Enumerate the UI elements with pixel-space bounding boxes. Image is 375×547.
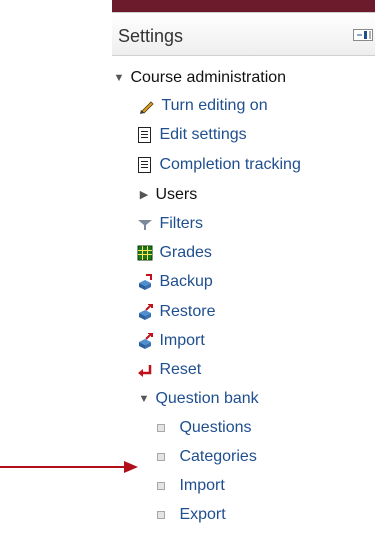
tree-item-backup[interactable]: Backup [137, 268, 213, 296]
bullet-icon [157, 453, 165, 461]
tree-label: Users [155, 186, 198, 203]
caret-right-icon: ▶ [139, 189, 149, 201]
backup-icon [139, 274, 152, 290]
tree-label: Grades [159, 244, 212, 261]
tree-item-restore[interactable]: Restore [137, 298, 215, 326]
settings-block: Settings ▼ Course administration Turn ed… [112, 0, 375, 547]
grades-table-icon [137, 245, 153, 261]
bullet-icon [157, 424, 165, 432]
tree-label: Questions [179, 419, 252, 436]
tree-item-import-questions[interactable]: Import [157, 472, 225, 500]
tree-label: Backup [159, 273, 213, 290]
document-icon [138, 127, 151, 143]
tree-label: Filters [159, 215, 204, 232]
bullet-icon [157, 482, 165, 490]
caret-down-icon: ▼ [138, 393, 150, 405]
tree-item-edit-settings[interactable]: Edit settings [137, 121, 247, 149]
tree-label: Completion tracking [159, 156, 301, 173]
import-icon [139, 333, 153, 349]
tree-label: Question bank [155, 390, 259, 407]
tree-item-reset[interactable]: Reset [137, 356, 201, 384]
reset-arrow-icon [138, 365, 152, 377]
tree-label: Import [179, 477, 225, 494]
bullet-icon [157, 511, 165, 519]
funnel-icon [138, 220, 152, 230]
caret-down-icon: ▼ [113, 72, 125, 84]
tree-label: Restore [159, 303, 216, 320]
tree-item-question-bank[interactable]: ▼ Question bank [137, 385, 259, 413]
tree-label: Import [159, 332, 205, 349]
block-top-bar [112, 0, 375, 12]
tree-item-completion-tracking[interactable]: Completion tracking [137, 151, 301, 179]
tree-label: Edit settings [159, 126, 247, 143]
tree-item-grades[interactable]: Grades [137, 239, 212, 267]
document-icon [138, 157, 151, 173]
tree-item-export[interactable]: Export [157, 501, 226, 529]
tree-item-users[interactable]: ▶ Users [137, 181, 197, 209]
tree-item-turn-editing-on[interactable]: Turn editing on [139, 92, 268, 120]
annotation-arrow [0, 461, 138, 473]
tree-label: Reset [159, 361, 202, 378]
dock-icon[interactable] [353, 29, 373, 41]
block-title: Settings [118, 26, 184, 46]
restore-icon [139, 304, 153, 320]
tree-item-filters[interactable]: Filters [137, 210, 203, 238]
pencil-icon [140, 101, 154, 114]
tree-label: Turn editing on [161, 97, 268, 114]
tree-item-questions[interactable]: Questions [157, 414, 252, 442]
tree-label: Course administration [130, 69, 287, 86]
tree-item-categories[interactable]: Categories [157, 443, 257, 471]
block-header: Settings [112, 12, 375, 56]
tree-label: Categories [179, 448, 257, 465]
tree-label: Export [179, 506, 226, 523]
tree-item-course-administration[interactable]: ▼ Course administration [112, 64, 287, 92]
tree-item-import[interactable]: Import [137, 327, 205, 355]
